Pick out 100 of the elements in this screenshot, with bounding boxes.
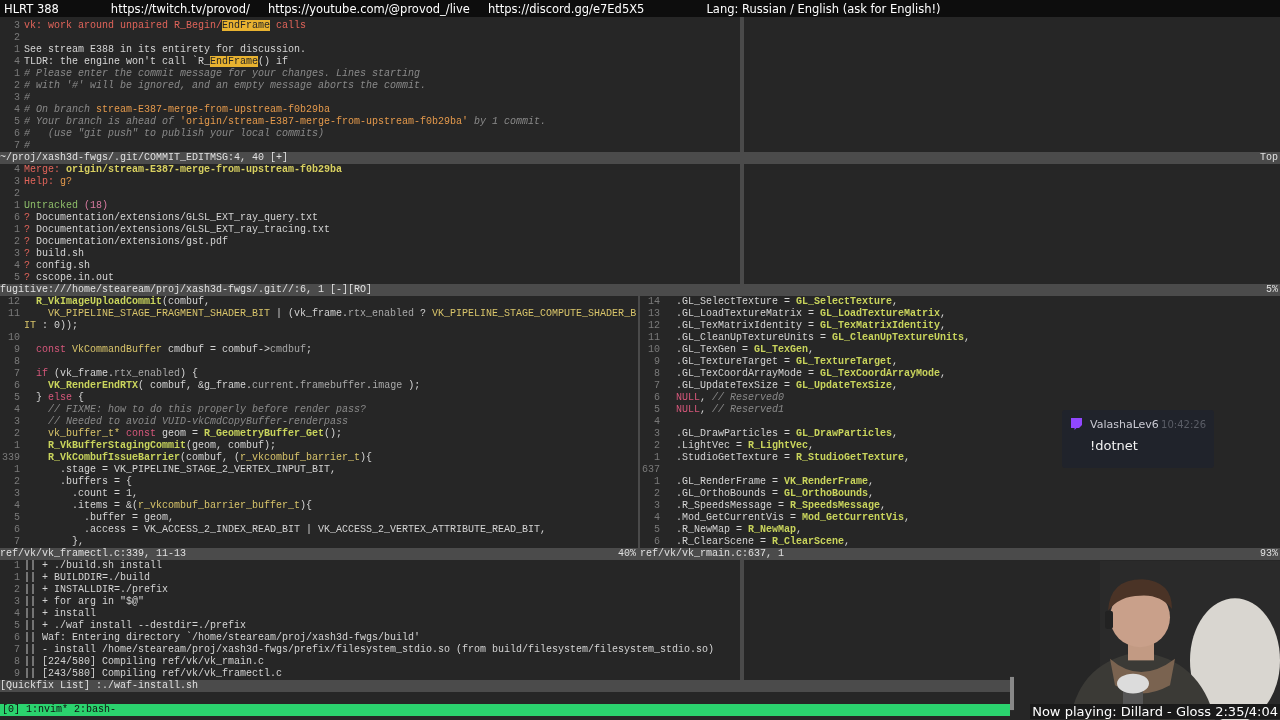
code-line: .buffer = geom, [83, 512, 175, 524]
line-number: 3 [13, 248, 21, 260]
chat-username: ValashaLev6 [1090, 417, 1159, 431]
line-number: 10 [647, 344, 661, 356]
code-line: || + for arg in "$@" [24, 596, 145, 608]
code-line: R_VkImageUploadCommit(combuf, [35, 296, 211, 308]
line-number: 12 [7, 296, 21, 308]
code-line: VK_PIPELINE_STAGE_FRAGMENT_SHADER_BIT | (vk_frame.rtx_enabled ? VK_PIPELINE_STAGE_COMPUTE_SHADER_B [47, 308, 637, 320]
code-line: || - install /home/steaream/proj/xash3d-fwgs/prefix/filesystem_stdio.so (from build/filesystem/filesystem_stdio.so) [24, 644, 715, 656]
line-number: 9 [653, 356, 661, 368]
line-number: 7 [653, 380, 661, 392]
line-number: 5 [13, 116, 21, 128]
line-number: 9 [13, 668, 21, 680]
line-number: 4 [13, 404, 21, 416]
code-line: Untracked (18) [24, 200, 109, 212]
code-line: # Your branch is ahead of 'origin/stream-E387-merge-from-upstream-f0b29ba' by 1 commit. [24, 116, 547, 128]
line-number: 6 [13, 380, 21, 392]
code-line: // Needed to avoid VUID-vkCmdCopyBuffer-renderpass [47, 416, 349, 428]
code-line: .access = VK_ACCESS_2_INDEX_READ_BIT | VK_ACCESS_2_VERTEX_ATTRIBUTE_READ_BIT, [83, 524, 547, 536]
line-number: 2 [13, 236, 21, 248]
code-line: || [243/580] Compiling ref/vk/vk_framectl.c [24, 668, 283, 680]
line-number: 2 [13, 80, 21, 92]
line-number: 13 [647, 308, 661, 320]
line-number: 1 [13, 200, 21, 212]
code-line: .GL_UpdateTexSize = GL_UpdateTexSize, [675, 380, 899, 392]
scroll-position: Top [1260, 152, 1278, 164]
line-number: 4 [13, 608, 21, 620]
code-line: NULL, // Reserved0 [675, 392, 785, 404]
code-line: ? Documentation/extensions/GLSL_EXT_ray_query.txt [24, 212, 319, 224]
line-number: 7 [13, 536, 21, 548]
code-line: ? Documentation/extensions/GLSL_EXT_ray_tracing.txt [24, 224, 331, 236]
code-line: || + install [24, 608, 96, 620]
line-number: 3 [653, 500, 661, 512]
line-number: 2 [13, 584, 21, 596]
line-number: 7 [13, 368, 21, 380]
code-line: # (use "git push" to publish your local commits) [24, 128, 325, 140]
code-line: || + INSTALLDIR=./prefix [24, 584, 169, 596]
line-number: 7 [13, 644, 21, 656]
line-number: 2 [13, 188, 21, 200]
scroll-position: 5% [1266, 284, 1278, 296]
line-number: 1 [13, 224, 21, 236]
line-number: 3 [653, 428, 661, 440]
line-number: 11 [647, 332, 661, 344]
code-line: .count = 1, [71, 488, 139, 500]
line-number: 4 [13, 260, 21, 272]
code-line: IT : 0)); [24, 320, 79, 332]
line-number: 5 [13, 392, 21, 404]
line-number: 5 [13, 512, 21, 524]
line-number: 6 [653, 536, 661, 548]
file-path: [Quickfix List] :./waf-install.sh [0, 680, 199, 692]
line-number: 5 [13, 620, 21, 632]
code-line: .StudioGetTexture = R_StudioGetTexture, [675, 452, 911, 464]
line-number: 3 [13, 20, 21, 32]
line-number: 2 [653, 440, 661, 452]
code-line: .GL_RenderFrame = VK_RenderFrame, [675, 476, 875, 488]
now-playing: Now playing: Dillard - Gloss 2:35/4:04 [1030, 704, 1280, 719]
line-number: 6 [13, 524, 21, 536]
stream-title: HLRT 388 [4, 1, 59, 16]
line-number: 4 [653, 512, 661, 524]
code-line: ? cscope.in.out [24, 272, 115, 284]
code-line: vk_buffer_t* const geom = R_GeometryBuffer_Get(); [47, 428, 343, 440]
code-line: # Please enter the commit message for your changes. Lines starting [24, 68, 421, 80]
line-number: 1 [13, 464, 21, 476]
code-line: R_VkCombufIssueBarrier(combuf, (r_vkcombuf_barrier_t){ [47, 452, 373, 464]
line-number: 1 [13, 440, 21, 452]
line-number: 6 [13, 212, 21, 224]
code-line: .GL_TexCoordArrayMode = GL_TexCoordArrayMode, [675, 368, 947, 380]
code-line: .GL_SelectTexture = GL_SelectTexture, [675, 296, 899, 308]
code-line: || [224/580] Compiling ref/vk/vk_rmain.c [24, 656, 265, 668]
file-path: ref/vk/vk_rmain.c:637, 1 [640, 548, 785, 560]
code-line: ? build.sh [24, 248, 85, 260]
code-line: # [24, 140, 30, 152]
line-number: 4 [13, 164, 21, 176]
code-line: .R_SpeedsMessage = R_SpeedsMessage, [675, 500, 887, 512]
code-line: const VkCommandBuffer cmdbuf = combuf->cmdbuf; [35, 344, 313, 356]
line-number: 11 [7, 308, 21, 320]
line-number: 2 [13, 476, 21, 488]
line-number: 1 [13, 44, 21, 56]
line-number: 4 [13, 104, 21, 116]
line-number: 6 [13, 632, 21, 644]
code-line: if (vk_frame.rtx_enabled) { [35, 368, 199, 380]
code-line: .R_ClearScene = R_ClearScene, [675, 536, 851, 548]
line-number: 9 [13, 344, 21, 356]
code-line: } else { [35, 392, 85, 404]
code-line: Help: g? [24, 176, 73, 188]
code-line: .GL_TexMatrixIdentity = GL_TexMatrixIdentity, [675, 320, 947, 332]
scroll-position: 93% [1260, 548, 1278, 560]
language-note: Lang: Russian / English (ask for English!) [706, 1, 941, 16]
code-line: || + BUILDDIR=./build [24, 572, 151, 584]
code-line: .R_NewMap = R_NewMap, [675, 524, 803, 536]
code-line: }, [71, 536, 84, 548]
line-number: 14 [647, 296, 661, 308]
file-path: fugitive:///home/steaream/proj/xash3d-fwgs/.git//:6, 1 [-][RO] [0, 284, 373, 296]
line-number: 4 [13, 500, 21, 512]
line-number: 8 [13, 656, 21, 668]
code-line: .GL_OrthoBounds = GL_OrthoBounds, [675, 488, 875, 500]
tmux-windows: [0] 1:nvim* 2:bash- [2, 704, 117, 716]
file-path: ref/vk/vk_framectl.c:339, 11-13 [0, 548, 187, 560]
line-number: 6 [13, 128, 21, 140]
code-line: || + ./build.sh install [24, 560, 163, 572]
